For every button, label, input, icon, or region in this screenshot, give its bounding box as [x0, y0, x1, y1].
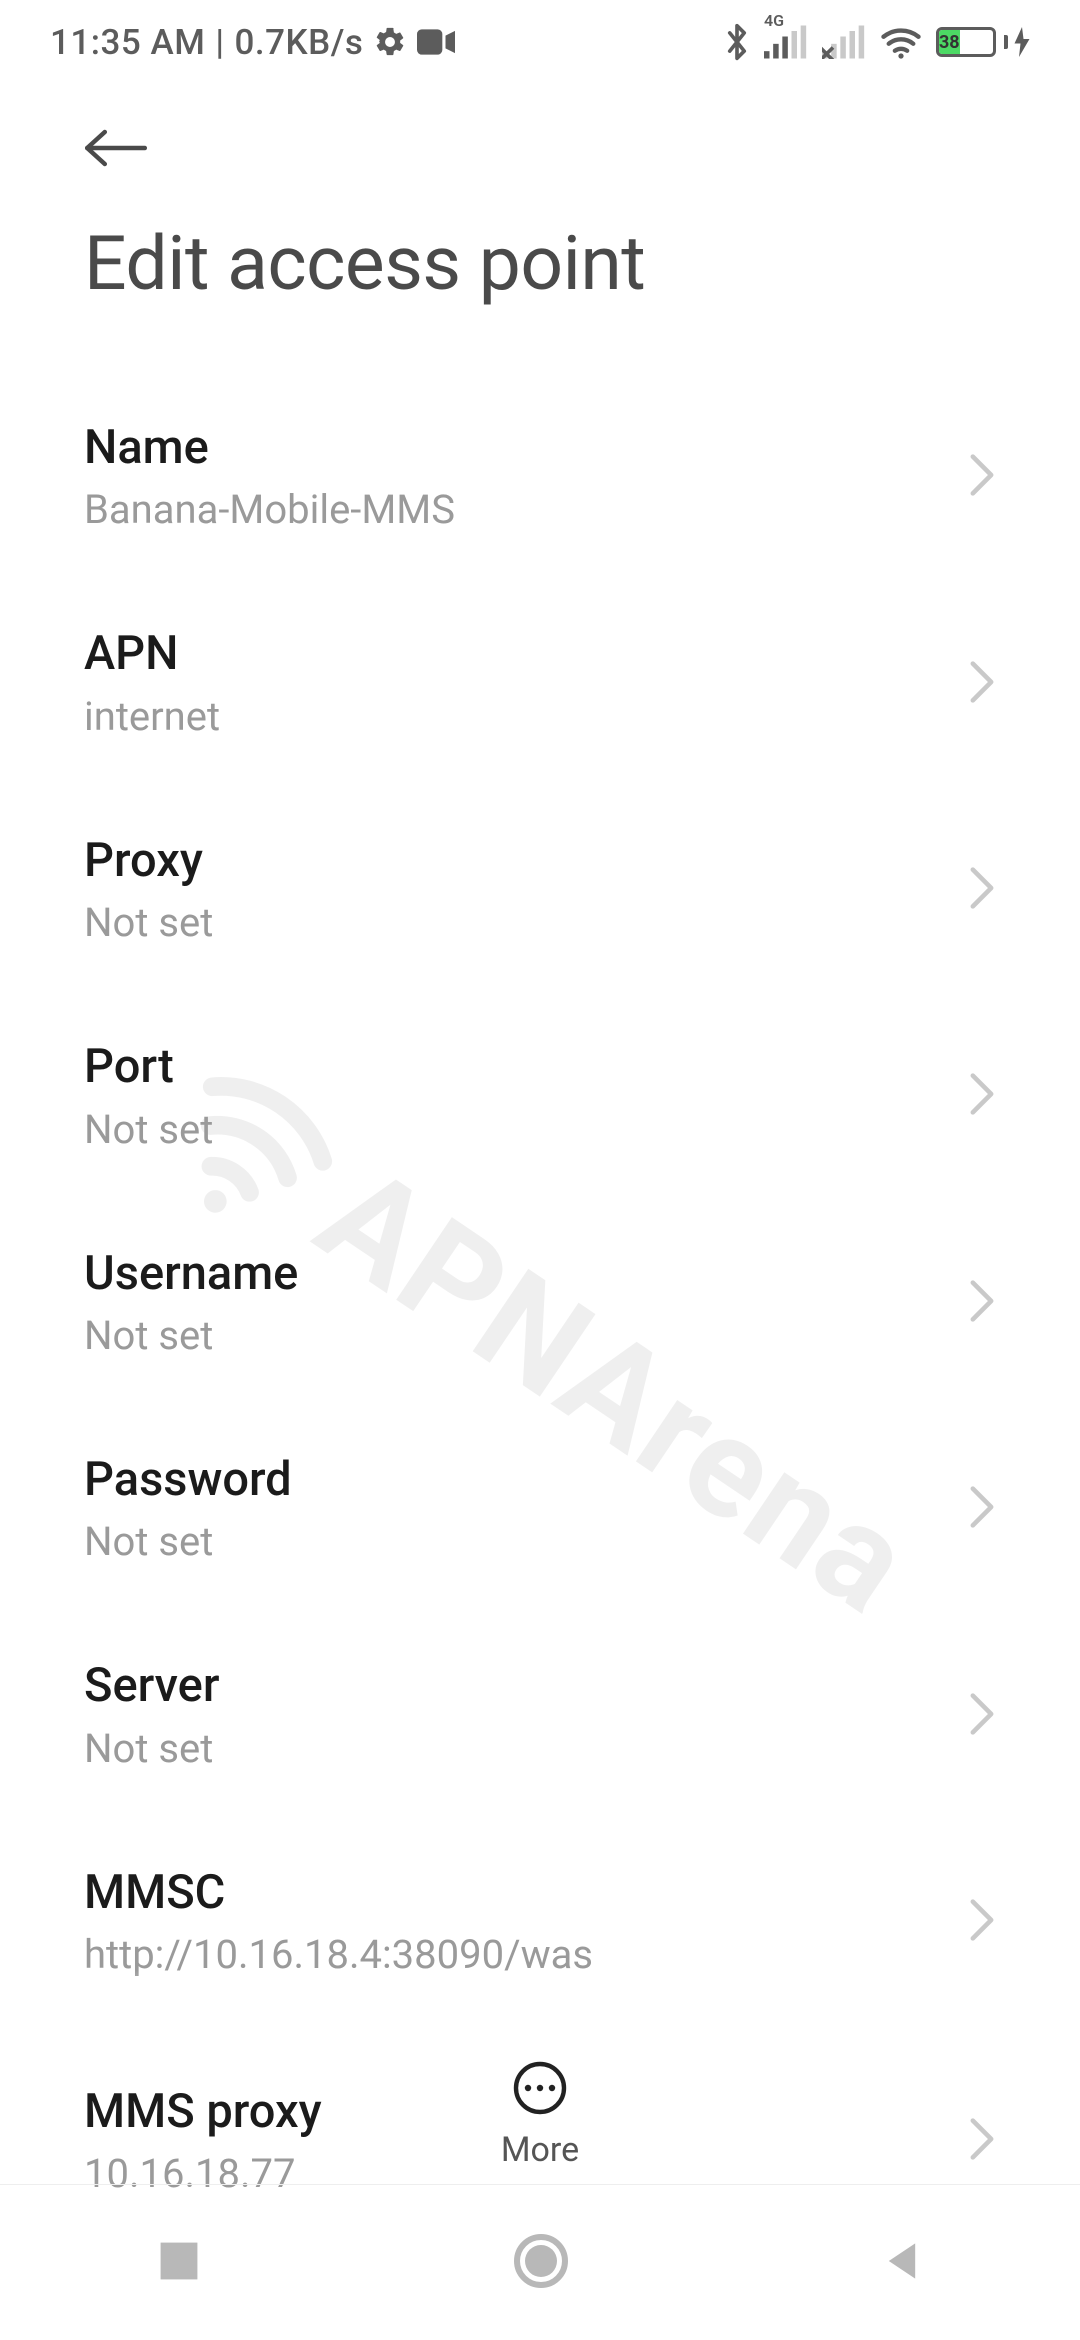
more-icon — [512, 2060, 568, 2120]
item-value: Not set — [84, 1312, 948, 1360]
charging-icon — [1014, 27, 1030, 57]
status-time: 11:35 AM — [50, 22, 205, 63]
item-value: Not set — [84, 1106, 948, 1154]
chevron-right-icon — [968, 1692, 996, 1740]
page-title: Edit access point — [0, 172, 1080, 344]
item-username[interactable]: Username Not set — [0, 1200, 1080, 1406]
chevron-right-icon — [968, 866, 996, 914]
nav-recent-button[interactable] — [156, 2238, 202, 2288]
item-server[interactable]: Server Not set — [0, 1612, 1080, 1818]
item-mmsc[interactable]: MMSC http://10.16.18.4:38090/was — [0, 1819, 1080, 2025]
gear-icon — [373, 25, 407, 59]
chevron-right-icon — [968, 1898, 996, 1946]
item-value: internet — [84, 693, 948, 741]
status-left: 11:35 AM | 0.7KB/s — [50, 22, 455, 63]
chevron-right-icon — [968, 1279, 996, 1327]
item-label: APN — [84, 626, 948, 682]
item-label: Server — [84, 1658, 948, 1714]
status-right: 4G 38 — [724, 22, 1030, 62]
item-label: Password — [84, 1452, 948, 1508]
item-label: Proxy — [84, 833, 948, 889]
chevron-right-icon — [968, 1072, 996, 1120]
settings-list: Name Banana-Mobile-MMS APN internet Prox… — [0, 344, 1080, 2211]
item-label: Port — [84, 1039, 948, 1095]
more-label: More — [501, 2130, 579, 2170]
item-name[interactable]: Name Banana-Mobile-MMS — [0, 374, 1080, 580]
battery-indicator: 38 — [936, 27, 1030, 57]
item-label: MMSC — [84, 1865, 948, 1921]
item-label: Username — [84, 1246, 948, 1302]
video-camera-icon — [417, 28, 455, 56]
more-button[interactable]: More — [501, 2060, 579, 2170]
back-button[interactable] — [84, 128, 148, 168]
item-value: http://10.16.18.4:38090/was — [84, 1931, 948, 1979]
status-bar: 11:35 AM | 0.7KB/s 4G 38 — [0, 0, 1080, 84]
item-proxy[interactable]: Proxy Not set — [0, 787, 1080, 993]
item-label: Name — [84, 420, 948, 476]
chevron-right-icon — [968, 453, 996, 501]
item-value: Not set — [84, 1725, 948, 1773]
navigation-bar — [0, 2185, 1080, 2340]
chevron-right-icon — [968, 1485, 996, 1533]
signal-4g-icon: 4G — [764, 25, 808, 59]
status-separator: | — [215, 22, 224, 63]
item-value: Not set — [84, 1518, 948, 1566]
nav-home-button[interactable] — [513, 2233, 569, 2293]
item-port[interactable]: Port Not set — [0, 993, 1080, 1199]
nav-back-button[interactable] — [880, 2239, 924, 2287]
item-value: Not set — [84, 899, 948, 947]
status-network-speed: 0.7KB/s — [235, 22, 364, 63]
chevron-right-icon — [968, 2117, 996, 2165]
item-apn[interactable]: APN internet — [0, 580, 1080, 786]
item-value: Banana-Mobile-MMS — [84, 486, 948, 534]
chevron-right-icon — [968, 660, 996, 708]
signal-no-sim-icon — [822, 25, 866, 59]
battery-percent-label: 38 — [939, 30, 960, 54]
bluetooth-icon — [724, 22, 750, 62]
item-password[interactable]: Password Not set — [0, 1406, 1080, 1612]
wifi-icon — [880, 25, 922, 59]
